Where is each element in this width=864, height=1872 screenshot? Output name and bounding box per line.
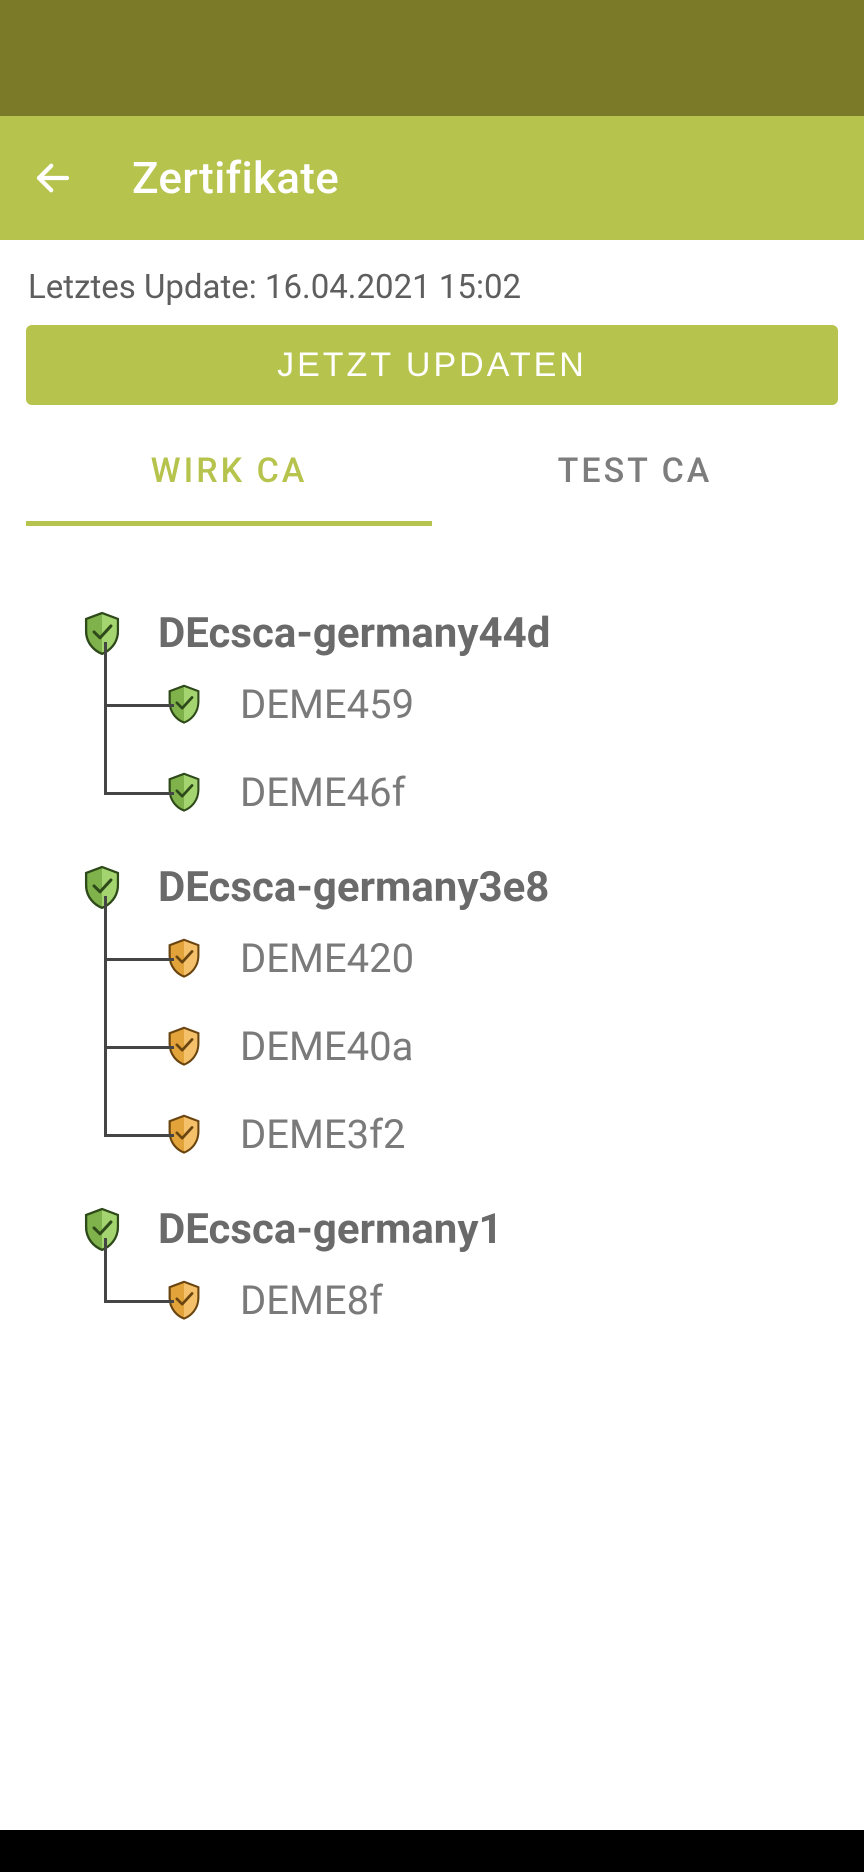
certificate-root-label: DEcsca-germany1 [158,1205,503,1254]
tree-connector-horizontal [104,1300,174,1303]
certificate-child-label: DEME420 [240,935,414,982]
certificate-child-row[interactable]: DEME3f2 [104,1090,838,1178]
system-nav-bar [0,1830,864,1872]
certificate-root-label: DEcsca-germany44d [158,609,550,658]
tab-wirk-ca[interactable]: WIRK CA [26,451,432,526]
certificate-child-row[interactable]: DEME40a [104,1002,838,1090]
back-button[interactable] [18,143,88,213]
tab-test-ca[interactable]: TEST CA [432,451,838,526]
certificate-child-row[interactable]: DEME8f [104,1256,838,1344]
certificate-child-label: DEME40a [240,1023,413,1070]
certificate-child-label: DEME459 [240,681,414,728]
certificate-group: DEcsca-germany3e8 DEME420 DEME40a DEME3f… [82,860,838,1178]
certificate-child-row[interactable]: DEME420 [104,914,838,1002]
certificate-children: DEME420 DEME40a DEME3f2 [82,914,838,1178]
app-bar: Zertifikate [0,116,864,240]
certificate-child-label: DEME3f2 [240,1111,406,1158]
update-now-button[interactable]: JETZT UPDATEN [26,325,838,405]
page-title: Zertifikate [132,152,339,204]
certificate-children: DEME8f [82,1256,838,1344]
certificate-root-label: DEcsca-germany3e8 [158,863,549,912]
certificate-child-label: DEME8f [240,1277,383,1324]
certificate-child-row[interactable]: DEME459 [104,660,838,748]
certificate-group: DEcsca-germany1 DEME8f [82,1202,838,1344]
tree-connector-horizontal [104,1134,174,1137]
shield-check-icon [82,1207,122,1252]
shield-check-icon [82,865,122,910]
last-update-text: Letztes Update: 16.04.2021 15:02 [28,268,838,307]
shield-check-icon [82,611,122,656]
tree-connector-horizontal [104,958,174,961]
content: Letztes Update: 16.04.2021 15:02 JETZT U… [0,240,864,1344]
certificate-child-label: DEME46f [240,769,406,816]
status-bar [0,0,864,116]
certificate-root-row[interactable]: DEcsca-germany3e8 [82,860,838,914]
tree-connector-horizontal [104,704,174,707]
certificate-group: DEcsca-germany44d DEME459 DEME46f [82,606,838,836]
certificate-root-row[interactable]: DEcsca-germany44d [82,606,838,660]
certificate-tree: DEcsca-germany44d DEME459 DEME46f DEcsca… [26,526,838,1344]
certificate-root-row[interactable]: DEcsca-germany1 [82,1202,838,1256]
certificate-child-row[interactable]: DEME46f [104,748,838,836]
certificate-children: DEME459 DEME46f [82,660,838,836]
tree-connector-horizontal [104,792,174,795]
arrow-left-icon [32,157,74,199]
tree-connector-horizontal [104,1046,174,1049]
tabs: WIRK CATEST CA [26,451,838,526]
